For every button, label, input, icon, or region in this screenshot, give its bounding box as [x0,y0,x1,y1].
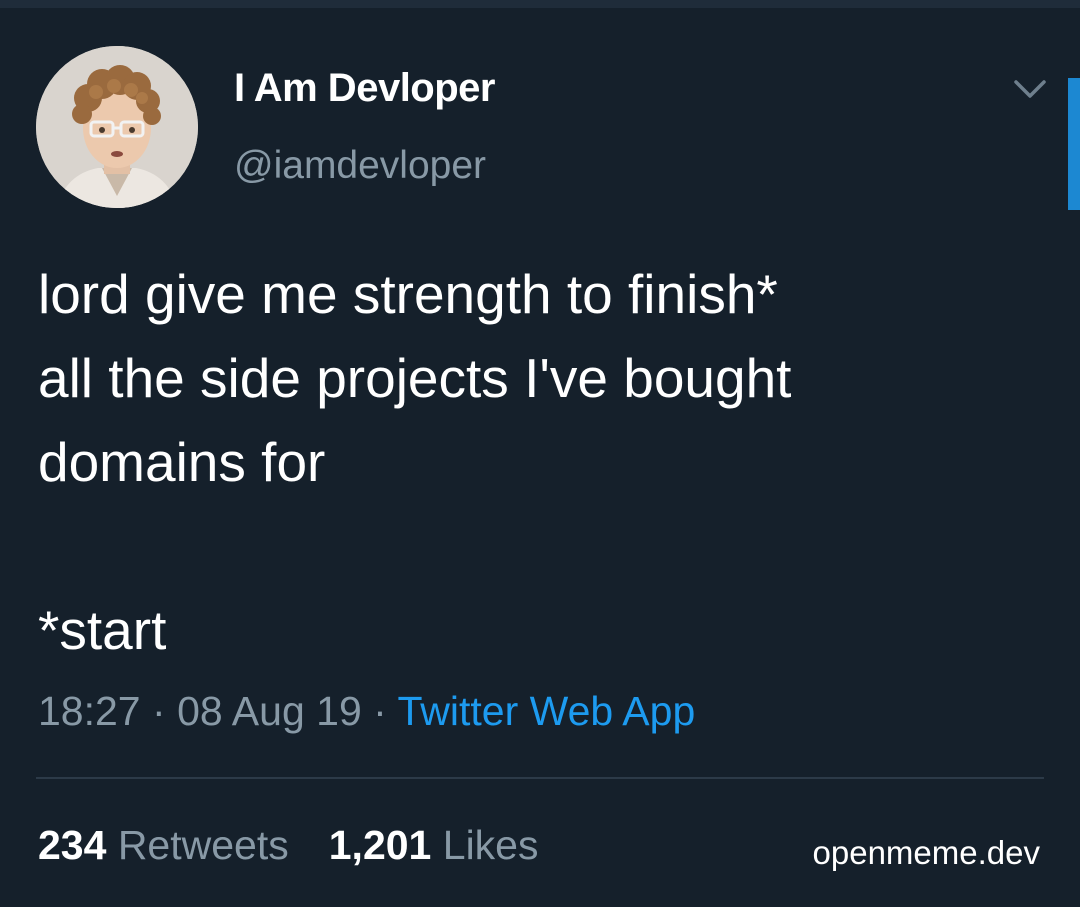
meta-separator: · [373,688,387,734]
tweet-date[interactable]: 08 Aug 19 [177,688,362,734]
tweet-stats: 234 Retweets 1,201 Likes [38,822,538,869]
retweets-label: Retweets [117,822,289,868]
likes-count: 1,201 [328,822,432,868]
top-bar [0,0,1080,8]
retweets-count: 234 [38,822,107,868]
tweet-screen: I Am Devloper @iamdevloper lord give me … [0,0,1080,907]
retweets-stat[interactable]: 234 Retweets [38,822,289,868]
avatar-portrait-icon [36,46,198,208]
tweet-metadata: 18:27 · 08 Aug 19 · Twitter Web App [38,688,695,735]
meta-separator: · [152,688,166,734]
scrollbar-thumb[interactable] [1068,78,1080,210]
chevron-down-icon[interactable] [1012,76,1048,104]
author-avatar[interactable] [36,46,198,208]
tweet-text-line: *start [38,599,167,661]
tweet-source-link[interactable]: Twitter Web App [397,688,695,734]
likes-label: Likes [442,822,539,868]
author-handle[interactable]: @iamdevloper [234,144,486,188]
tweet-text-line: domains for [38,431,326,493]
likes-stat[interactable]: 1,201 Likes [329,822,539,868]
tweet-time[interactable]: 18:27 [38,688,141,734]
author-display-name[interactable]: I Am Devloper [234,66,495,111]
tweet-body: lord give me strength to finish* all the… [38,252,1038,672]
tweet-text-line: all the side projects I've bought [38,347,792,409]
tweet-text-line: lord give me strength to finish* [38,263,778,325]
divider [36,777,1044,779]
watermark: openmeme.dev [812,834,1040,871]
